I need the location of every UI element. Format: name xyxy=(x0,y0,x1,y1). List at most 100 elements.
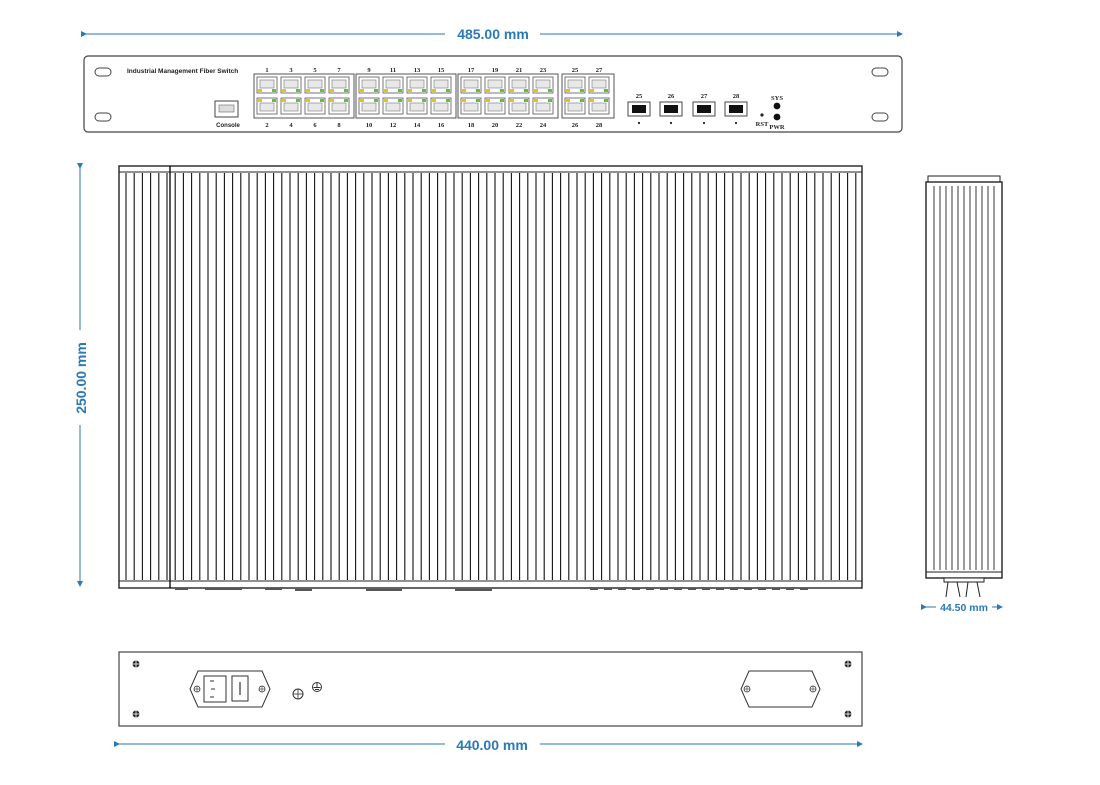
sfp-number: 26 xyxy=(668,93,675,100)
rj45-port xyxy=(460,97,482,115)
link-led xyxy=(306,99,310,102)
link-led xyxy=(534,99,538,102)
blank-cover-plate xyxy=(740,670,821,708)
rj45-port xyxy=(430,76,452,94)
activity-led xyxy=(580,89,584,92)
power-inlet xyxy=(189,670,271,708)
port-number: 19 xyxy=(492,67,499,74)
rst-label: RST xyxy=(756,121,769,128)
link-led xyxy=(462,89,466,92)
port-number: 24 xyxy=(540,122,547,129)
top-view xyxy=(118,165,863,591)
sfp-led xyxy=(702,121,706,125)
sfp-led xyxy=(669,121,673,125)
side-view xyxy=(925,175,1003,598)
console-label: Console xyxy=(216,123,240,129)
activity-led xyxy=(476,99,480,102)
rj45-port xyxy=(508,97,530,115)
activity-led xyxy=(296,89,300,92)
activity-led xyxy=(272,99,276,102)
link-led xyxy=(360,99,364,102)
port-number: 14 xyxy=(414,122,421,129)
port-number: 12 xyxy=(390,122,397,129)
port-number: 26 xyxy=(572,122,579,129)
port-number: 10 xyxy=(366,122,373,129)
rj45-port xyxy=(532,76,554,94)
rj45-port xyxy=(564,97,586,115)
activity-led xyxy=(344,99,348,102)
link-led xyxy=(510,99,514,102)
mount-slot xyxy=(871,112,889,122)
port-number: 11 xyxy=(390,67,396,74)
dimension-width-overall: 485.00 mm xyxy=(81,26,903,42)
activity-led xyxy=(344,89,348,92)
activity-led xyxy=(524,99,528,102)
link-led xyxy=(360,89,364,92)
rj45-port xyxy=(588,97,610,115)
activity-led xyxy=(548,89,552,92)
dimension-width-body-label: 440.00 mm xyxy=(456,737,528,753)
rj45-port xyxy=(508,76,530,94)
activity-led xyxy=(476,89,480,92)
activity-led xyxy=(272,89,276,92)
port-number: 27 xyxy=(596,67,603,74)
port-number: 28 xyxy=(596,122,603,129)
rear-panel xyxy=(118,651,863,727)
rj45-port xyxy=(484,76,506,94)
port-number: 20 xyxy=(492,122,499,129)
activity-led xyxy=(422,89,426,92)
link-led xyxy=(282,89,286,92)
rear-screw xyxy=(844,660,852,668)
sfp-led xyxy=(734,121,738,125)
port-number: 18 xyxy=(468,122,475,129)
rj45-port xyxy=(304,97,326,115)
activity-led xyxy=(374,99,378,102)
activity-led xyxy=(604,89,608,92)
pwr-label: PWR xyxy=(769,124,784,131)
port-number: 21 xyxy=(516,67,523,74)
port-number: 16 xyxy=(438,122,445,129)
sys-led xyxy=(773,102,781,110)
mount-slot xyxy=(94,67,112,77)
link-led xyxy=(486,99,490,102)
rear-screw xyxy=(844,710,852,718)
link-led xyxy=(384,99,388,102)
sys-label: SYS xyxy=(771,95,783,102)
link-led xyxy=(258,89,262,92)
sfp-led xyxy=(637,121,641,125)
rear-screw xyxy=(132,660,140,668)
port-number: 22 xyxy=(516,122,523,129)
link-led xyxy=(384,89,388,92)
link-led xyxy=(432,89,436,92)
rj45-port xyxy=(564,76,586,94)
activity-led xyxy=(500,89,504,92)
sfp-number: 27 xyxy=(701,93,708,100)
front-panel: Industrial Management Fiber Switch Conso… xyxy=(83,55,903,133)
link-led xyxy=(408,89,412,92)
link-led xyxy=(330,89,334,92)
activity-led xyxy=(398,99,402,102)
activity-led xyxy=(374,89,378,92)
activity-led xyxy=(604,99,608,102)
rj45-port xyxy=(256,76,278,94)
activity-led xyxy=(320,89,324,92)
rj45-port xyxy=(328,97,350,115)
activity-led xyxy=(320,99,324,102)
activity-led xyxy=(524,89,528,92)
port-number: 25 xyxy=(572,67,579,74)
activity-led xyxy=(500,99,504,102)
activity-led xyxy=(446,89,450,92)
ground-screw xyxy=(292,688,304,700)
rj45-port xyxy=(304,76,326,94)
port-number: 1 xyxy=(265,67,268,74)
link-led xyxy=(590,99,594,102)
rj45-port xyxy=(430,97,452,115)
rj45-port xyxy=(256,97,278,115)
pwr-led xyxy=(773,113,781,121)
dimension-width-overall-label: 485.00 mm xyxy=(457,26,529,42)
technical-drawing: 485.00 mm Industrial Management Fiber Sw… xyxy=(73,26,1003,753)
rj45-port xyxy=(460,76,482,94)
link-led xyxy=(590,89,594,92)
sfp-number: 28 xyxy=(733,93,740,100)
link-led xyxy=(282,99,286,102)
